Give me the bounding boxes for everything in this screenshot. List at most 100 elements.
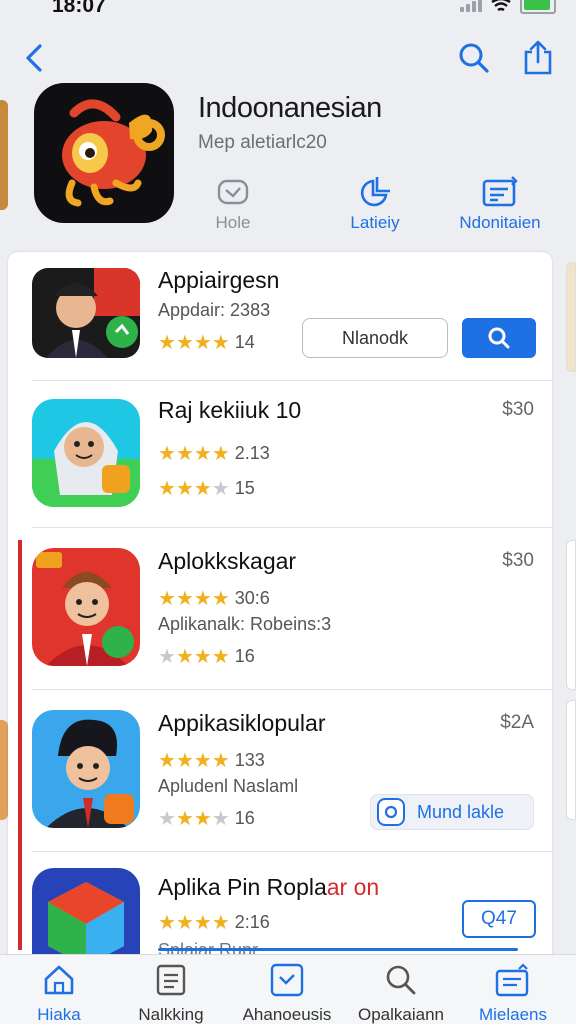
star-rating: ★ ★ ★ ★ bbox=[158, 808, 230, 830]
star-rating: ★ ★ ★ ★ bbox=[158, 750, 230, 772]
tab-ahanoeusis[interactable]: Ahanoeusis bbox=[232, 961, 342, 1024]
prev-card-edge bbox=[0, 720, 8, 820]
calendar-icon bbox=[482, 176, 518, 207]
tab-nalkking[interactable]: Nalkking bbox=[116, 961, 226, 1024]
search-app-button[interactable] bbox=[462, 318, 536, 358]
nlanodk-button[interactable]: Nlanodk bbox=[302, 318, 448, 358]
rating-line: ★ ★ ★ ★ 2.13 bbox=[158, 441, 270, 466]
app-name: Aplokkskagar bbox=[158, 548, 297, 574]
rating-line: ★ ★ ★ ★ 133 bbox=[158, 748, 265, 773]
app-icon bbox=[32, 399, 140, 507]
app-name: Raj kekiiuk 10 bbox=[158, 397, 302, 423]
app-hero-icon bbox=[34, 83, 174, 223]
ndonitaien-action[interactable]: Ndonitaien bbox=[445, 175, 555, 233]
tab-opalkaiann[interactable]: Opalkaiann bbox=[346, 961, 456, 1024]
tab-home[interactable]: Hiaka bbox=[4, 961, 114, 1024]
app-title: Indoonanesian bbox=[198, 92, 382, 124]
chevron-left-icon bbox=[26, 44, 42, 72]
list-item[interactable]: Appiairgesn Appdair: 2383 ★ ★ ★ ★ 14 Nlanod… bbox=[8, 252, 552, 380]
mund-lakle-label: Mund lakle bbox=[417, 801, 505, 822]
rating-line: ★ ★ ★ ★ 14 bbox=[158, 330, 255, 355]
rating-line: ★ ★ ★ ★ 30:6 bbox=[158, 586, 270, 611]
app-badge-icon bbox=[377, 798, 405, 826]
rating-value: 133 bbox=[234, 750, 265, 770]
mund-lakle-button[interactable]: Mund lakle bbox=[370, 794, 534, 830]
back-button[interactable] bbox=[14, 38, 54, 78]
nav-bar bbox=[0, 30, 576, 80]
list-item[interactable]: Raj kekiiuk 10 $30 ★ ★ ★ ★ 2.13 ★ ★ ★ ★ 15 bbox=[8, 381, 552, 527]
q47-button[interactable]: Q47 bbox=[462, 900, 536, 938]
star-rating: ★ ★ ★ ★ bbox=[158, 478, 230, 500]
rating-value: 2:16 bbox=[234, 912, 270, 932]
app-name: Aplika Pin Roplaar on bbox=[158, 874, 380, 900]
ndonitaien-label: Ndonitaien bbox=[459, 213, 541, 232]
rating-line: ★ ★ ★ ★ 16 bbox=[158, 644, 255, 669]
tab-label: Nalkking bbox=[138, 1005, 204, 1024]
app-price: $30 bbox=[502, 399, 534, 420]
search-icon bbox=[459, 43, 489, 73]
app-meta: Apludenl Naslaml bbox=[158, 776, 299, 796]
app-meta: Appdair: 2383 bbox=[158, 300, 271, 320]
star-rating: ★ ★ ★ ★ bbox=[158, 443, 230, 465]
app-meta: Aplikanalk: Robeins:3 bbox=[158, 614, 332, 634]
app-price: $30 bbox=[502, 550, 534, 571]
status-icons bbox=[460, 0, 556, 14]
battery-icon bbox=[520, 0, 556, 14]
latieiy-action[interactable]: Latieiy bbox=[320, 175, 430, 233]
star-rating: ★ ★ ★ ★ bbox=[158, 588, 230, 610]
rating-count: 14 bbox=[234, 332, 255, 352]
app-header: Indoonanesian Mep aletiarlc20 Hole Latie… bbox=[0, 80, 576, 250]
rating-value: 15 bbox=[234, 478, 255, 498]
tab-bar: Hiaka Nalkking Ahanoeusis Opalkaiann Mie… bbox=[0, 954, 576, 1024]
rating-line: ★ ★ ★ ★ 16 bbox=[158, 806, 255, 831]
hole-label: Hole bbox=[215, 213, 251, 232]
share-button[interactable] bbox=[518, 38, 558, 78]
star-rating: ★ ★ ★ ★ bbox=[158, 646, 230, 668]
rating-value: 16 bbox=[234, 808, 255, 828]
app-subtitle: Mep aletiarlc20 bbox=[198, 132, 327, 153]
list-item[interactable]: Appikasiklopular $2A ★ ★ ★ ★ 133 Apludenl N… bbox=[8, 690, 552, 852]
next-card-edge bbox=[566, 700, 576, 820]
chart-icon bbox=[360, 177, 390, 207]
app-name: Appikasiklopular bbox=[158, 710, 326, 736]
tab-label: Mielaens bbox=[478, 1005, 548, 1024]
apps-icon bbox=[270, 963, 304, 997]
wifi-icon bbox=[491, 0, 511, 12]
progress-bar bbox=[158, 948, 518, 951]
app-price: $2A bbox=[500, 712, 534, 733]
tab-label: Hiaka bbox=[37, 1005, 81, 1024]
tab-label: Opalkaiann bbox=[357, 1005, 444, 1024]
rating-line: ★ ★ ★ ★ 2:16 bbox=[158, 910, 270, 935]
app-name: Appiairgesn bbox=[158, 267, 280, 293]
rating-value: 30:6 bbox=[234, 588, 270, 608]
app-icon bbox=[32, 710, 140, 828]
tab-label: Ahanoeusis bbox=[242, 1005, 332, 1024]
status-bar: 18:07 bbox=[0, 0, 576, 22]
accent-bar bbox=[18, 540, 22, 950]
mail-icon bbox=[217, 179, 249, 205]
home-icon bbox=[44, 965, 74, 995]
app-icon bbox=[32, 548, 140, 666]
next-card-edge bbox=[566, 262, 576, 372]
rating-line: ★ ★ ★ ★ 15 bbox=[158, 476, 255, 501]
latieiy-label: Latieiy bbox=[350, 213, 400, 232]
next-card-edge bbox=[566, 540, 576, 690]
status-time: 18:07 bbox=[52, 0, 106, 17]
tab-mielaens[interactable]: Mielaens bbox=[458, 961, 568, 1024]
rating-value: 2.13 bbox=[234, 443, 270, 463]
prev-card-edge bbox=[0, 100, 8, 210]
list-item[interactable]: Aplokkskagar $30 ★ ★ ★ ★ 30:6 Aplikanalk: R… bbox=[8, 528, 552, 690]
star-rating: ★ ★ ★ ★ bbox=[158, 912, 230, 934]
hole-action[interactable]: Hole bbox=[178, 175, 288, 233]
star-rating: ★ ★ ★ ★ bbox=[158, 332, 230, 354]
rating-value: 16 bbox=[234, 646, 255, 666]
app-list: Appiairgesn Appdair: 2383 ★ ★ ★ ★ 14 Nlanod… bbox=[8, 252, 552, 1012]
search-icon bbox=[386, 965, 416, 995]
fish-mascot-icon bbox=[62, 99, 165, 207]
list-icon bbox=[156, 964, 186, 996]
search-button[interactable] bbox=[454, 38, 494, 78]
app-icon bbox=[32, 268, 140, 358]
search-icon bbox=[488, 327, 510, 349]
updates-icon bbox=[495, 963, 529, 997]
share-icon bbox=[524, 40, 552, 75]
